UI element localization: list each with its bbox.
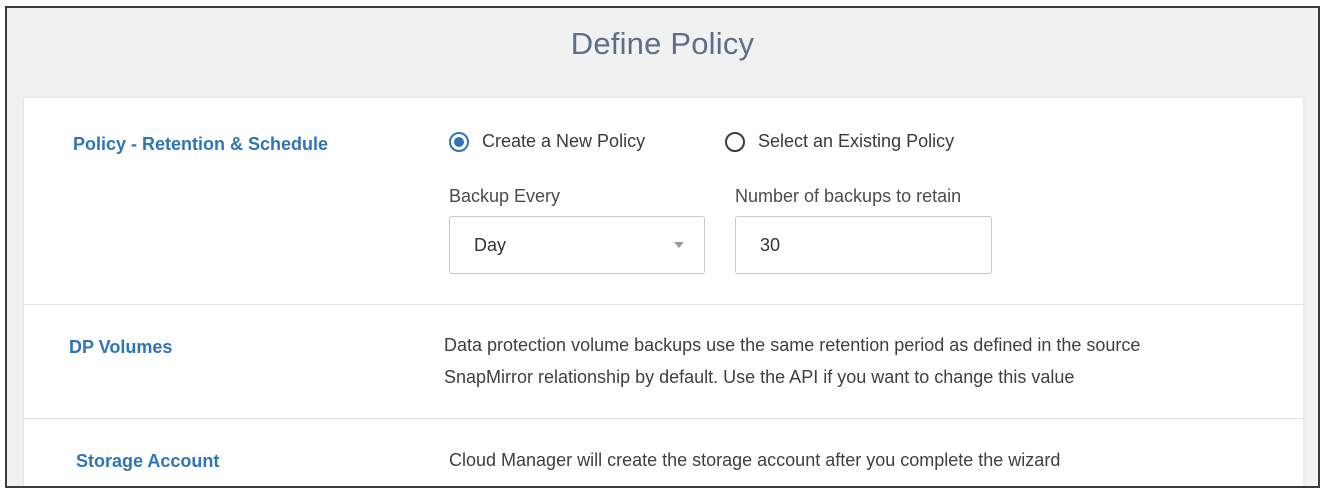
create-new-policy-label: Create a New Policy — [482, 131, 646, 151]
dp-volumes-line-1: Data protection volume backups use the s… — [444, 335, 1141, 355]
backup-every-value: Day — [474, 235, 507, 255]
backup-every-select[interactable]: Day — [449, 216, 705, 274]
page-title: Define Policy — [570, 26, 755, 61]
define-policy-panel: Define Policy Policy - Retention & Sched… — [5, 6, 1320, 488]
dp-volumes-line-2: SnapMirror relationship by default. Use … — [444, 367, 1075, 387]
select-existing-policy-radio[interactable]: Select an Existing Policy — [725, 131, 954, 152]
policy-card: Policy - Retention & Schedule Create a N… — [24, 98, 1303, 486]
retain-count-label: Number of backups to retain — [735, 186, 962, 206]
dp-volumes-label: DP Volumes — [69, 337, 173, 357]
storage-account-label: Storage Account — [76, 451, 220, 471]
storage-account-section: Storage Account Cloud Manager will creat… — [24, 418, 1303, 486]
chevron-down-icon[interactable] — [674, 242, 684, 248]
select-existing-policy-label: Select an Existing Policy — [758, 131, 955, 151]
policy-section: Policy - Retention & Schedule Create a N… — [24, 98, 1303, 305]
create-new-policy-radio[interactable]: Create a New Policy — [449, 131, 645, 152]
retain-count-input[interactable] — [735, 216, 992, 274]
radio-selected-icon[interactable] — [449, 131, 469, 152]
dp-volumes-section: DP Volumes Data protection volume backup… — [24, 304, 1303, 419]
policy-section-label: Policy - Retention & Schedule — [73, 134, 329, 154]
radio-unselected-icon[interactable] — [725, 131, 745, 152]
storage-account-description: Cloud Manager will create the storage ac… — [449, 450, 1061, 470]
backup-every-label: Backup Every — [449, 186, 561, 206]
dp-volumes-description: Data protection volume backups use the s… — [444, 329, 1140, 393]
